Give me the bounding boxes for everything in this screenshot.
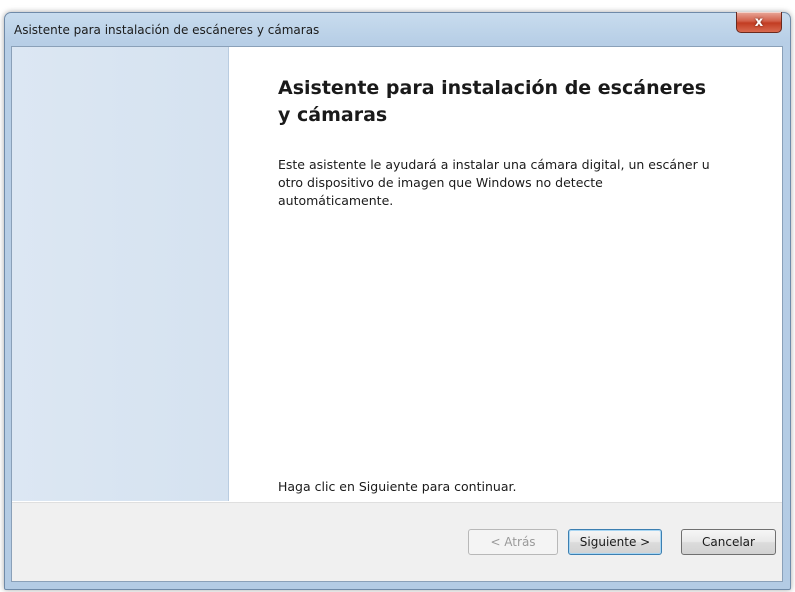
wizard-window: Asistente para instalación de escáneres … — [4, 12, 791, 590]
back-button[interactable]: < Atrás — [468, 529, 558, 555]
window-title: Asistente para instalación de escáneres … — [14, 23, 320, 37]
title-bar[interactable]: Asistente para instalación de escáneres … — [5, 12, 790, 46]
wizard-content: Asistente para instalación de escáneres … — [229, 47, 782, 501]
next-button[interactable]: Siguiente > — [568, 529, 662, 555]
wizard-client-area: Asistente para instalación de escáneres … — [11, 46, 783, 582]
wizard-description: Este asistente le ayudará a instalar una… — [278, 157, 710, 208]
wizard-side-panel — [12, 47, 229, 501]
wizard-heading: Asistente para instalación de escáneres … — [278, 77, 707, 126]
close-icon: x — [754, 14, 764, 30]
continue-hint: Haga clic en Siguiente para continuar. — [278, 479, 517, 494]
close-button[interactable]: x — [736, 12, 782, 33]
cancel-button[interactable]: Cancelar — [681, 529, 776, 555]
button-bar: < Atrás Siguiente > Cancelar — [12, 502, 782, 581]
